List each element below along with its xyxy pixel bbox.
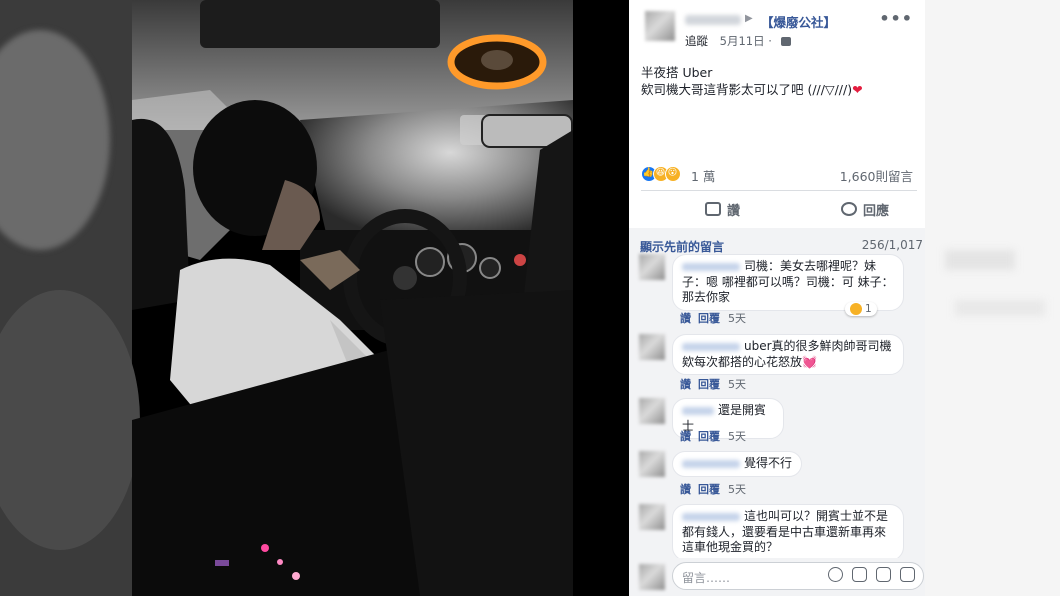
commenter-avatar[interactable] [639,334,665,360]
post-date[interactable]: 5月11日 [720,34,765,48]
comment-input-row: 留言…… [629,558,925,596]
commenter-avatar[interactable] [639,504,665,530]
post-panel: ▶ 【爆廢公社】 追蹤 5月11日 · ••• 半夜搭 Uber 欸司機大哥這背… [629,0,925,596]
comment-meta: 讚回覆 5天 [680,428,746,444]
comment-like-link[interactable]: 讚 [680,312,691,325]
reactions-bar[interactable]: 👍 😆 😮 1 萬 1,660則留言 [641,166,917,185]
comment-reply-link[interactable]: 回覆 [698,483,720,496]
commenter-avatar[interactable] [639,254,665,280]
comment-item: 還是開賓士 讚回覆 5天 [639,398,919,444]
comment-reaction-badge[interactable]: 1 [845,302,877,316]
comment-reply-link[interactable]: 回覆 [698,312,720,325]
comment-item: 這也叫可以？開賓士並不是都有錢人，還要看是中古車還新車再來這車他現金買的？ [639,504,919,564]
comment-bubble: 覺得不行 [672,451,802,477]
separator: · [768,34,776,48]
post-text: 半夜搭 Uber 欸司機大哥這背影太可以了吧 (///▽///)❤ [641,64,863,98]
blurred-text [955,300,1045,316]
comment-time[interactable]: 5天 [728,430,746,443]
comment-reply-link[interactable]: 回覆 [698,378,720,391]
camera-icon[interactable] [852,567,867,582]
commenter-avatar[interactable] [639,398,665,424]
comment-item: uber真的很多鮮肉帥哥司機欸每次都搭的心花怒放💓 讚回覆 5天 [639,334,919,391]
reactions-count[interactable]: 1 萬 [691,166,715,185]
follow-link[interactable]: 追蹤 [685,34,708,48]
comment-item: 司機：美女去哪裡呢？妹子：嗯 哪裡都可以嗎？司機：可 妹子：那去你家 1 讚回覆… [639,254,919,326]
wow-reaction-icon: 😮 [665,166,681,182]
viewer-avatar [639,564,665,590]
input-tools [828,567,915,582]
car-interior-image [0,0,629,596]
comments-count[interactable]: 1,660則留言 [840,166,913,185]
thumb-icon [705,202,721,216]
post-line-2: 欸司機大哥這背影太可以了吧 (///▽///)❤ [641,82,863,97]
commenter-name-blurred[interactable] [682,459,740,468]
commenter-name-blurred[interactable] [682,512,740,521]
divider [641,190,917,191]
comment-text: 覺得不行 [744,456,793,470]
gif-icon[interactable] [876,567,891,582]
commenter-name-blurred[interactable] [682,406,714,415]
emoji-icon[interactable] [828,567,843,582]
comment-time[interactable]: 5天 [728,312,746,325]
comment-time[interactable]: 5天 [728,483,746,496]
post-header: ▶ 【爆廢公社】 追蹤 5月11日 · ••• [641,9,917,49]
haha-reaction-icon [850,303,862,315]
more-icon[interactable]: ••• [879,9,913,28]
like-button[interactable]: 讚 [705,197,740,221]
author-name-blurred[interactable] [685,15,741,25]
blurred-text [945,250,1015,270]
commenter-name-blurred[interactable] [682,262,740,271]
comment-item: 覺得不行 讚回覆 5天 [639,451,919,497]
comment-meta: 讚回覆 5天 [680,481,746,497]
comment-icon [841,202,857,216]
commenter-avatar[interactable] [639,451,665,477]
comment-like-link[interactable]: 讚 [680,378,691,391]
comment-meta: 讚回覆 5天 [680,310,746,326]
comments-section: 顯示先前的留言 256/1,017 司機：美女去哪裡呢？妹子：嗯 哪裡都可以嗎？… [629,228,925,596]
commenter-name-blurred[interactable] [682,342,740,351]
comment-placeholder: 留言…… [682,571,731,585]
comments-shown-count: 256/1,017 [861,238,923,252]
comment-reply-link[interactable]: 回覆 [698,430,720,443]
heart-emoji: ❤ [852,82,863,97]
comment-input[interactable]: 留言…… [672,562,924,590]
comment-time[interactable]: 5天 [728,378,746,391]
post-line-1: 半夜搭 Uber [641,65,713,80]
show-previous-comments[interactable]: 顯示先前的留言 [640,238,724,255]
sticker-icon[interactable] [900,567,915,582]
post-actions: 讚 回應 [641,197,917,221]
group-name-link[interactable]: 【爆廢公社】 [761,12,836,31]
comment-button[interactable]: 回應 [841,197,889,221]
share-arrow-icon: ▶ [745,13,753,24]
comment-like-link[interactable]: 讚 [680,430,691,443]
comment-bubble: uber真的很多鮮肉帥哥司機欸每次都搭的心花怒放💓 [672,334,904,375]
globe-icon [780,37,791,46]
comment-bubble: 這也叫可以？開賓士並不是都有錢人，還要看是中古車還新車再來這車他現金買的？ [672,504,904,561]
comment-meta: 讚回覆 5天 [680,376,746,392]
author-avatar[interactable] [645,11,675,41]
comment-like-link[interactable]: 讚 [680,483,691,496]
post-photo[interactable] [0,0,629,596]
background-blur-strip [925,0,1060,596]
post-meta: 追蹤 5月11日 · [685,33,791,49]
